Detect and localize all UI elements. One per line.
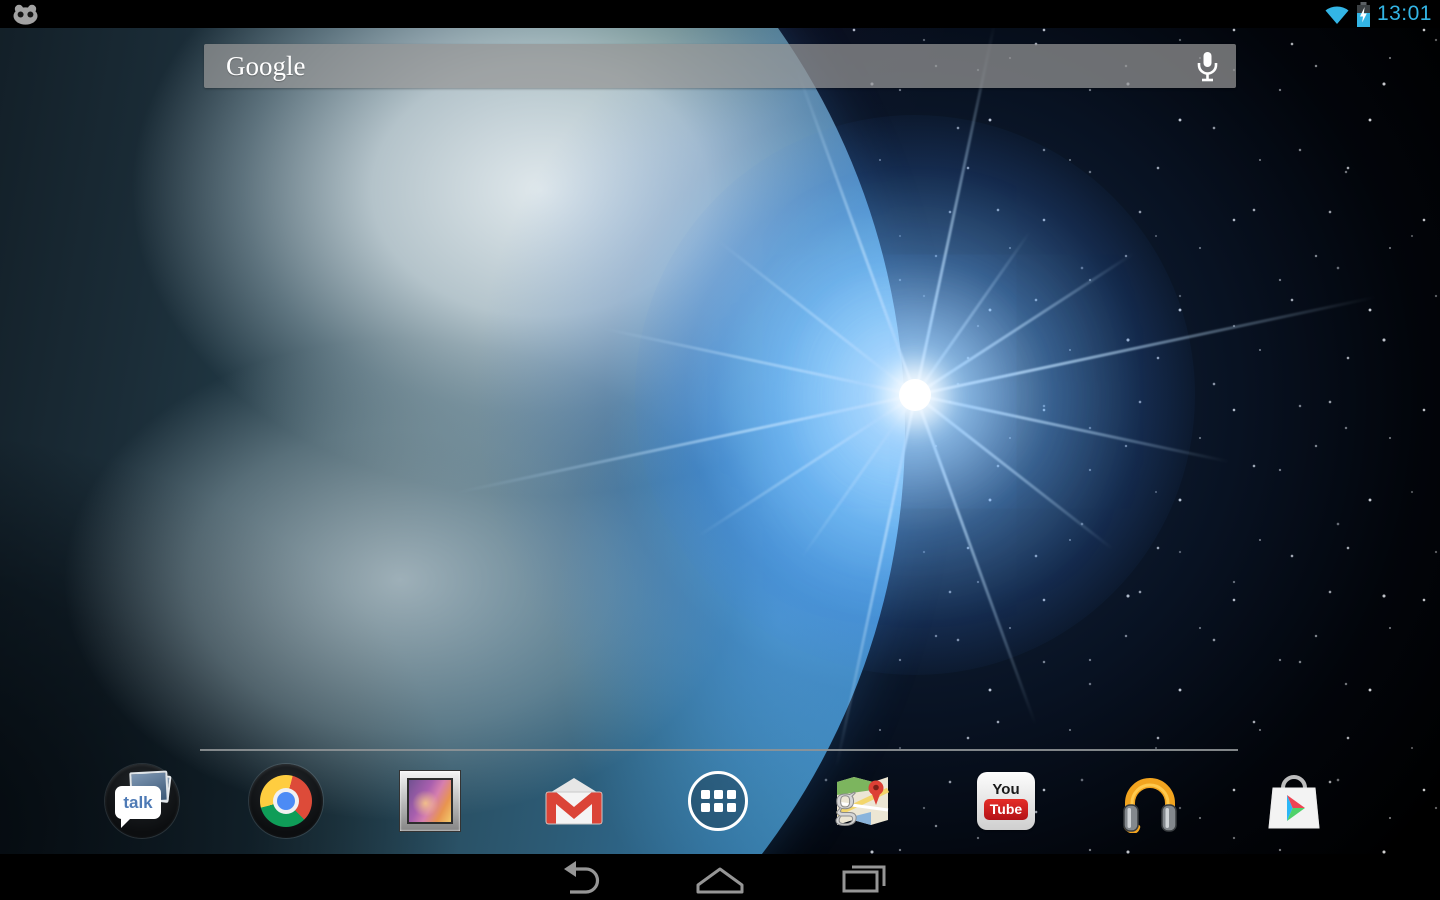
all-apps-icon: [688, 771, 748, 831]
recent-apps-icon: [838, 859, 890, 895]
talk-speech-bubble: talk: [115, 786, 161, 819]
chrome-icon: [249, 764, 323, 838]
battery-charging-icon: [1356, 2, 1371, 27]
dock-divider: [200, 749, 1238, 751]
android-head-icon: [12, 4, 39, 25]
navigation-bar: [0, 854, 1440, 900]
play-music-icon: [1117, 769, 1183, 833]
google-logo: Google: [226, 51, 305, 82]
notification-area[interactable]: [12, 4, 39, 30]
play-store-icon: [1264, 770, 1324, 832]
home-icon: [694, 859, 746, 895]
dock-item-youtube[interactable]: You Tube: [934, 762, 1078, 840]
back-button[interactable]: [542, 854, 614, 900]
google-talk-icon: talk: [105, 764, 179, 838]
microphone-icon: [1197, 51, 1218, 82]
all-apps-grid: [701, 790, 736, 812]
clock: 13:01: [1377, 0, 1432, 28]
chrome-logo-center: [273, 788, 299, 814]
dock-item-all-apps[interactable]: [646, 762, 790, 840]
gallery-icon: [399, 770, 461, 832]
dock-item-gmail[interactable]: [502, 762, 646, 840]
wifi-icon: [1324, 4, 1350, 25]
voice-search-button[interactable]: [1192, 49, 1222, 83]
dock-item-gallery[interactable]: [358, 762, 502, 840]
youtube-label-top: You: [992, 783, 1019, 797]
back-icon: [552, 859, 604, 895]
dock-item-play-music[interactable]: [1078, 762, 1222, 840]
status-bar: 13:01: [0, 0, 1440, 28]
dock-item-google-talk[interactable]: talk: [70, 762, 214, 840]
dock: talk: [70, 762, 1366, 840]
recent-apps-button[interactable]: [828, 854, 900, 900]
youtube-label-bottom: Tube: [984, 799, 1028, 820]
sun-core: [899, 379, 931, 411]
youtube-icon: You Tube: [977, 772, 1035, 830]
google-maps-icon: g: [831, 770, 893, 832]
svg-text:g: g: [834, 775, 857, 826]
android-home-screen: 13:01 Google talk: [0, 0, 1440, 900]
dock-item-play-store[interactable]: [1222, 762, 1366, 840]
system-status-icons[interactable]: 13:01: [1324, 0, 1432, 28]
gmail-icon: [543, 776, 605, 826]
google-search-bar[interactable]: Google: [204, 44, 1236, 88]
dock-item-google-maps[interactable]: g: [790, 762, 934, 840]
dock-item-chrome[interactable]: [214, 762, 358, 840]
home-button[interactable]: [684, 854, 756, 900]
gallery-photo-thumb: [407, 778, 453, 824]
